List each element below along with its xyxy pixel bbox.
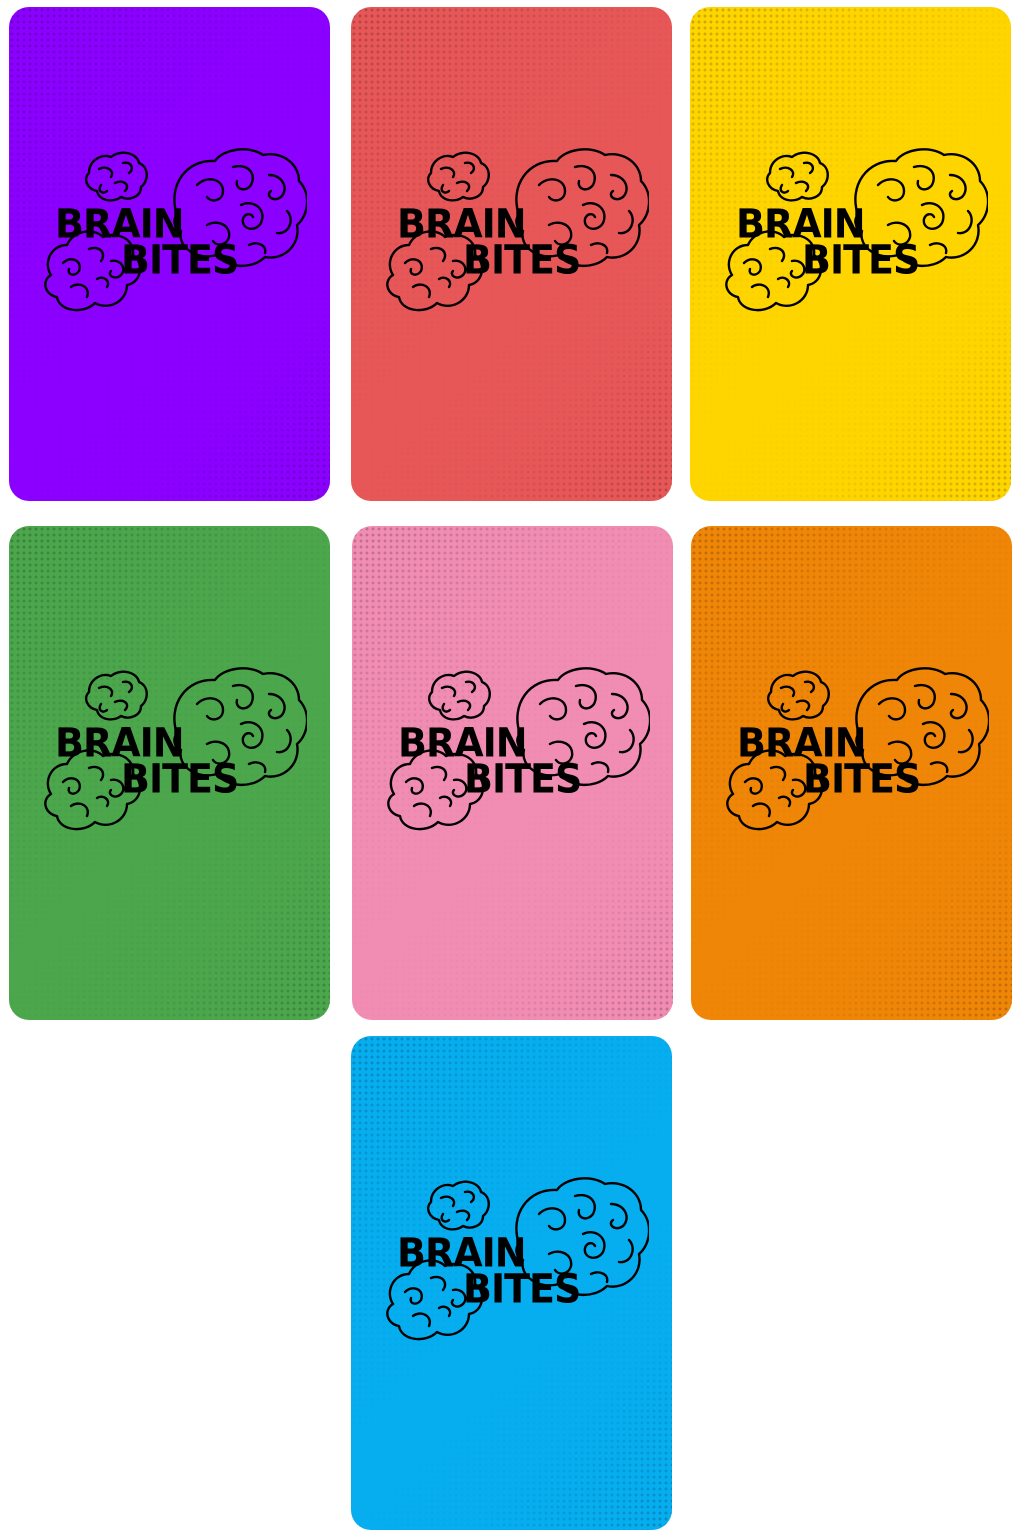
- card-pink[interactable]: BRAIN BITES: [352, 526, 673, 1020]
- card-red[interactable]: BRAIN BITES: [351, 7, 672, 501]
- logo-word-bites: BITES: [464, 755, 582, 803]
- logo-word-bites: BITES: [463, 1265, 581, 1313]
- card-yellow[interactable]: BRAIN BITES: [690, 7, 1011, 501]
- card-green[interactable]: BRAIN BITES: [9, 526, 330, 1020]
- logo-word-bites: BITES: [121, 236, 239, 284]
- card-orange[interactable]: BRAIN BITES: [691, 526, 1012, 1020]
- logo-word-bites: BITES: [121, 755, 239, 803]
- logo-word-bites: BITES: [803, 755, 921, 803]
- logo-word-bites: BITES: [802, 236, 920, 284]
- card-blue[interactable]: BRAIN BITES: [351, 1036, 672, 1530]
- card-purple[interactable]: BRAIN BITES: [9, 7, 330, 501]
- logo-word-bites: BITES: [463, 236, 581, 284]
